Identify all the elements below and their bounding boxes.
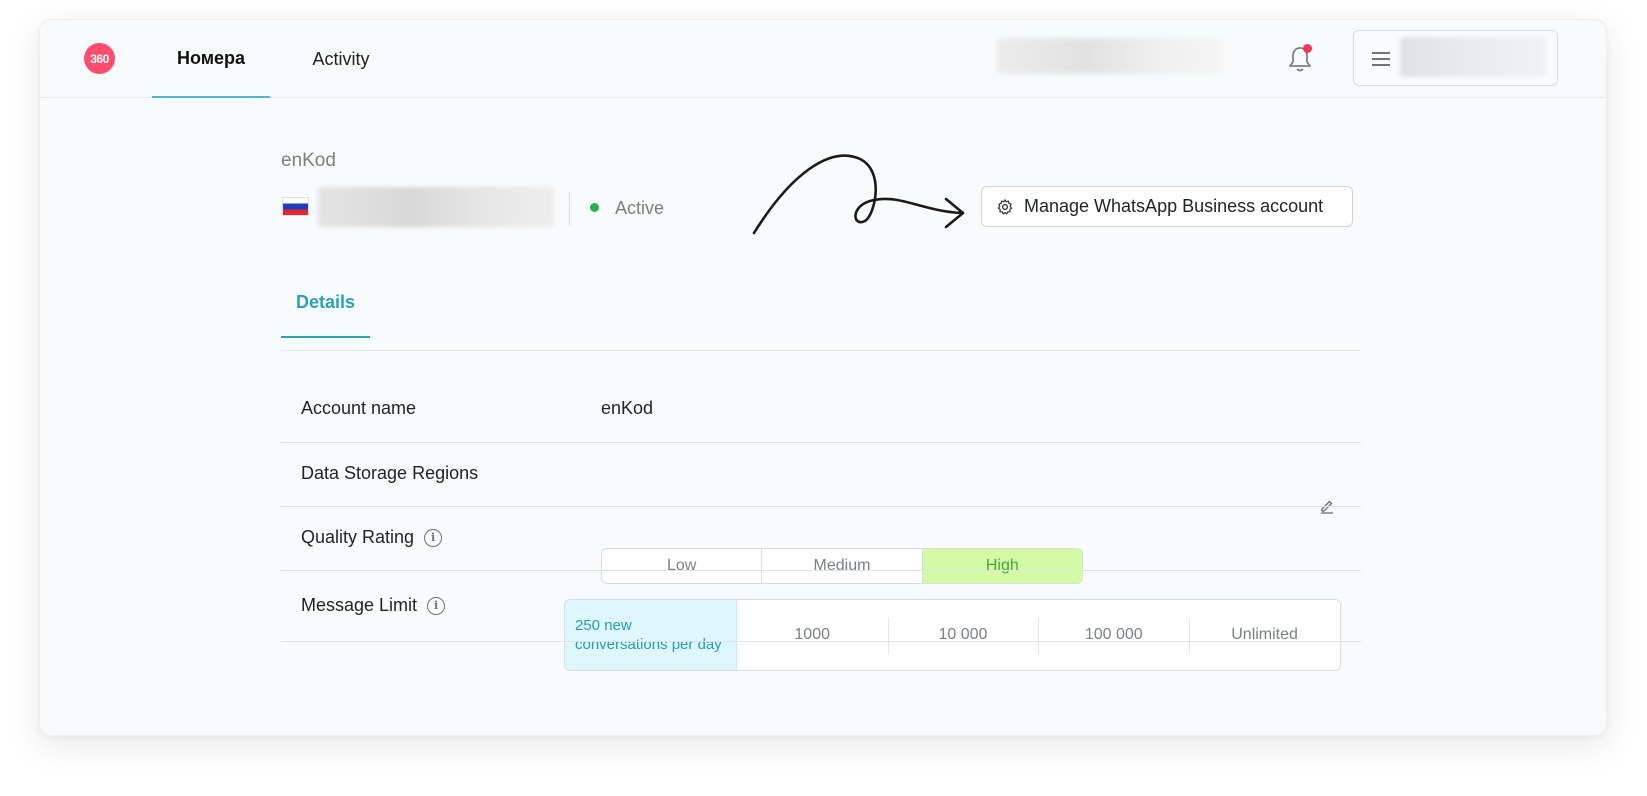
arrow-annotation	[752, 154, 965, 235]
divider	[569, 192, 570, 226]
nav-tab-numbers[interactable]: Номера	[152, 20, 270, 98]
redacted-phone-number	[997, 38, 1222, 74]
quality-option-high: High	[922, 549, 1082, 583]
status-dot	[590, 203, 599, 212]
message-limit-label-text: Message Limit	[301, 595, 418, 615]
row-divider	[281, 641, 1361, 642]
status-badge: Active	[615, 198, 665, 218]
data-storage-label: Data Storage Regions	[301, 463, 478, 484]
quality-option-medium: Medium	[762, 549, 923, 583]
info-icon[interactable]: i	[424, 528, 443, 547]
logo-icon[interactable]: 360	[84, 43, 115, 74]
limit-option-250: 250 new conversations per day	[565, 600, 737, 670]
info-icon[interactable]: i	[427, 596, 446, 615]
account-name-label: Account name	[301, 398, 416, 419]
quality-option-low: Low	[602, 549, 763, 583]
account-name-value: enKod	[601, 398, 654, 418]
redacted-user-name	[1400, 37, 1546, 77]
message-limit-scale: 250 new conversations per day 1000 10 00…	[564, 599, 1341, 671]
quality-rating-label-text: Quality Rating	[301, 527, 415, 547]
message-limit-label: Message Limit i	[301, 595, 446, 616]
limit-option-100000: 100 000	[1038, 600, 1189, 670]
top-bar: 360 Номера Activity	[40, 20, 1606, 98]
app-window: 360 Номера Activity enKod Active Manage …	[39, 19, 1607, 736]
nav-tab-activity[interactable]: Activity	[290, 20, 392, 98]
data-storage-label-text: Data Storage Regions	[301, 463, 479, 483]
manage-button-label: Manage WhatsApp Business account	[1024, 196, 1324, 216]
row-divider	[281, 442, 1361, 443]
quality-rating-label: Quality Rating i	[301, 527, 443, 548]
hamburger-icon	[1372, 52, 1390, 66]
limit-option-10000: 10 000	[887, 600, 1039, 670]
flag-russia-icon	[282, 197, 309, 216]
gear-icon	[997, 198, 1013, 214]
user-menu-button[interactable]	[1353, 30, 1558, 86]
account-name-label-text: Account name	[301, 398, 417, 418]
limit-option-unlimited: Unlimited	[1189, 600, 1340, 670]
manage-whatsapp-account-button[interactable]: Manage WhatsApp Business account	[981, 186, 1353, 227]
tab-divider	[281, 350, 1361, 351]
limit-option-1000: 1000	[794, 626, 830, 643]
redacted-phone-number	[318, 187, 554, 227]
tab-details[interactable]: Details	[281, 292, 370, 338]
account-title: enKod	[281, 150, 336, 171]
notification-dot	[1303, 44, 1312, 53]
row-divider	[281, 570, 1361, 571]
row-divider	[281, 506, 1361, 507]
quality-rating-scale: Low Medium High	[601, 548, 1083, 584]
